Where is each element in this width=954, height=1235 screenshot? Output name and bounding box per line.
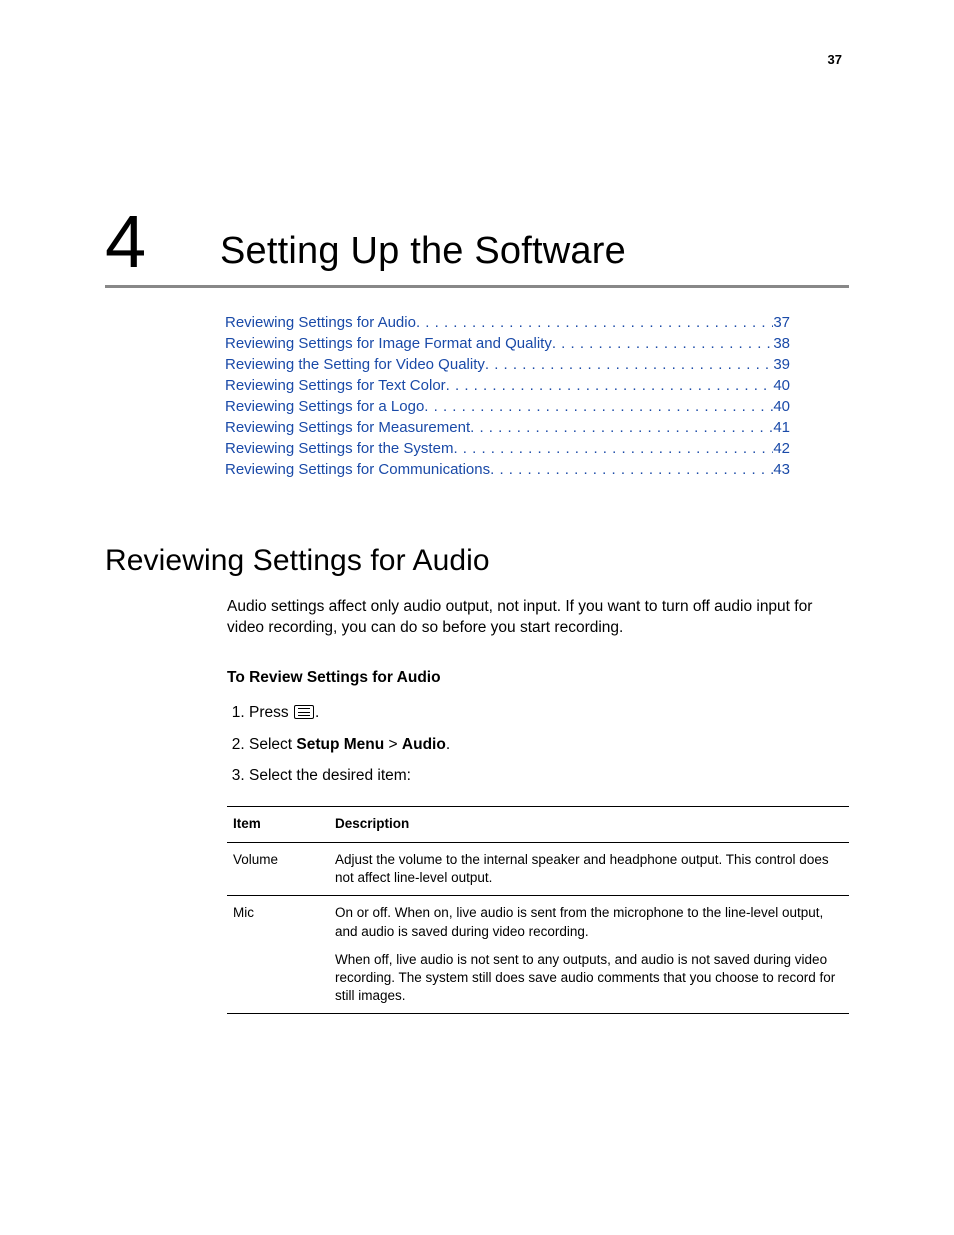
chapter-rule [105, 285, 849, 288]
table-row: Volume Adjust the volume to the internal… [227, 842, 849, 895]
toc-page: 43 [773, 459, 790, 480]
toc-page: 39 [773, 354, 790, 375]
table-header-desc: Description [329, 807, 849, 843]
toc-entry: Reviewing Settings for the System 42 [225, 438, 790, 459]
step-1-text-a: Press [249, 704, 293, 721]
toc-leader [470, 417, 773, 438]
procedure-heading: To Review Settings for Audio [227, 667, 849, 688]
toc-page: 37 [773, 312, 790, 333]
toc-link-communications[interactable]: Reviewing Settings for Communications [225, 459, 490, 480]
desc-para: When off, live audio is not sent to any … [335, 951, 843, 1006]
chapter-toc: Reviewing Settings for Audio 37 Reviewin… [225, 312, 790, 480]
section-body: Audio settings affect only audio output,… [227, 596, 849, 1014]
table-row: Mic On or off. When on, live audio is se… [227, 896, 849, 1014]
step-1-text-b: . [315, 704, 319, 721]
toc-leader [416, 312, 773, 333]
toc-entry: Reviewing Settings for Measurement 41 [225, 417, 790, 438]
toc-leader [424, 396, 773, 417]
toc-entry: Reviewing Settings for Communications 43 [225, 459, 790, 480]
step-2-menu-a: Setup Menu [296, 736, 384, 753]
toc-page: 38 [773, 333, 790, 354]
toc-entry: Reviewing Settings for a Logo 40 [225, 396, 790, 417]
table-cell-item: Volume [227, 842, 329, 895]
toc-link-audio[interactable]: Reviewing Settings for Audio [225, 312, 416, 333]
step-3: Select the desired item: [249, 765, 849, 786]
toc-leader [552, 333, 773, 354]
toc-link-video-quality[interactable]: Reviewing the Setting for Video Quality [225, 354, 485, 375]
chapter-title: Setting Up the Software [220, 190, 849, 273]
toc-link-system[interactable]: Reviewing Settings for the System [225, 438, 453, 459]
page-number: 37 [828, 52, 842, 67]
table-cell-desc: Adjust the volume to the internal speake… [329, 842, 849, 895]
procedure-steps: Press . Select Setup Menu > Audio. Selec… [227, 702, 849, 786]
toc-page: 40 [773, 396, 790, 417]
toc-entry: Reviewing Settings for Image Format and … [225, 333, 790, 354]
table-cell-desc: On or off. When on, live audio is sent f… [329, 896, 849, 1014]
toc-entry: Reviewing the Setting for Video Quality … [225, 354, 790, 375]
toc-link-logo[interactable]: Reviewing Settings for a Logo [225, 396, 424, 417]
step-2-menu-b: Audio [402, 736, 446, 753]
toc-leader [446, 375, 774, 396]
toc-entry: Reviewing Settings for Audio 37 [225, 312, 790, 333]
toc-leader [490, 459, 773, 480]
step-2-sep: > [384, 736, 402, 753]
toc-link-image-format[interactable]: Reviewing Settings for Image Format and … [225, 333, 552, 354]
table-header-item: Item [227, 807, 329, 843]
section-title-audio: Reviewing Settings for Audio [105, 544, 849, 578]
toc-link-text-color[interactable]: Reviewing Settings for Text Color [225, 375, 446, 396]
page: 37 4 Setting Up the Software Reviewing S… [0, 0, 954, 1235]
settings-table: Item Description Volume Adjust the volum… [227, 806, 849, 1014]
table-cell-item: Mic [227, 896, 329, 1014]
toc-page: 42 [773, 438, 790, 459]
step-2-text-e: . [446, 736, 450, 753]
desc-para: On or off. When on, live audio is sent f… [335, 904, 843, 940]
section-intro: Audio settings affect only audio output,… [227, 596, 849, 639]
chapter-number: 4 [105, 205, 146, 279]
toc-leader [453, 438, 773, 459]
desc-para: Adjust the volume to the internal speake… [335, 851, 843, 887]
chapter-header: 4 Setting Up the Software [105, 190, 849, 288]
menu-button-icon [294, 705, 314, 719]
toc-page: 41 [773, 417, 790, 438]
toc-leader [485, 354, 773, 375]
step-1: Press . [249, 702, 849, 723]
table-header-row: Item Description [227, 807, 849, 843]
toc-entry: Reviewing Settings for Text Color 40 [225, 375, 790, 396]
step-2-text-a: Select [249, 736, 296, 753]
toc-page: 40 [773, 375, 790, 396]
step-2: Select Setup Menu > Audio. [249, 734, 849, 755]
toc-link-measurement[interactable]: Reviewing Settings for Measurement [225, 417, 470, 438]
